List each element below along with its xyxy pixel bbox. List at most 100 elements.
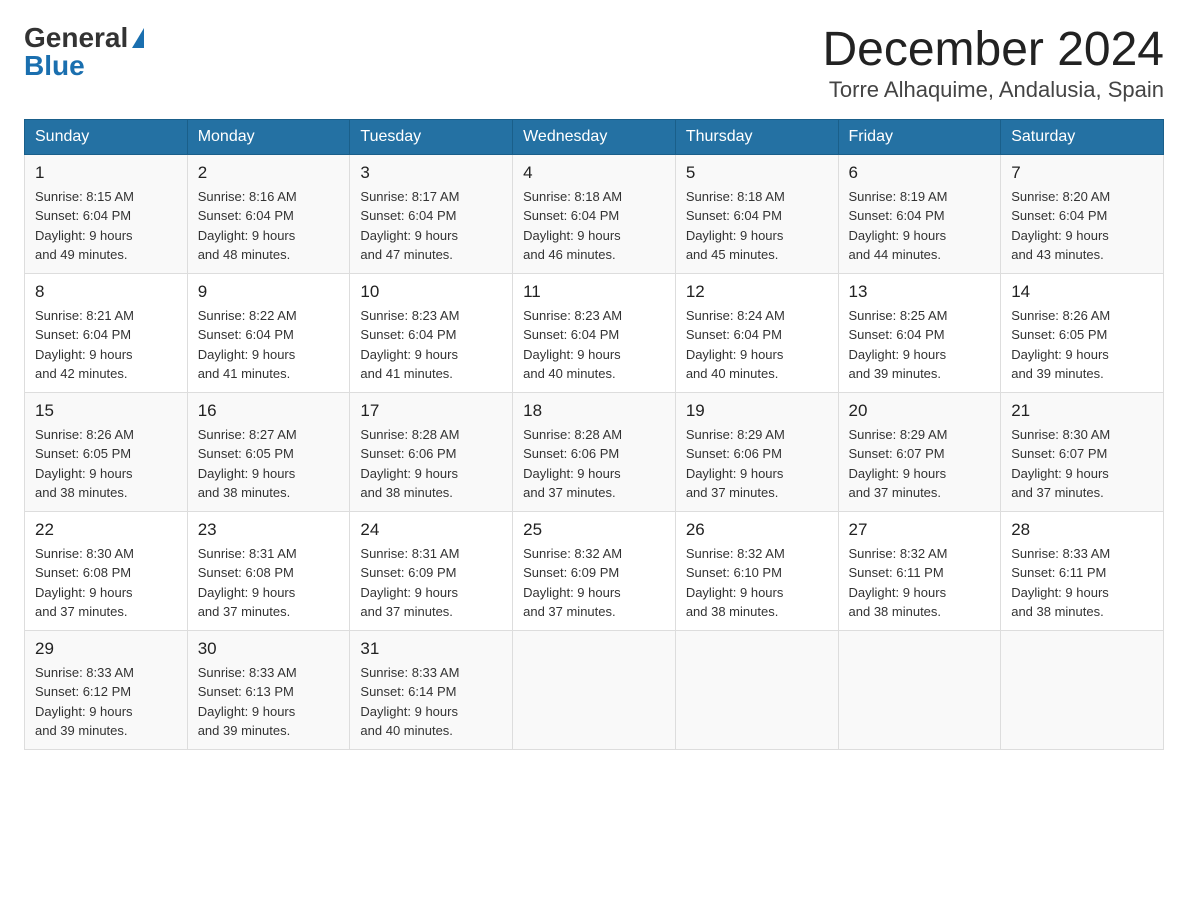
month-title: December 2024: [822, 24, 1164, 77]
day-number: 21: [1011, 401, 1153, 421]
calendar-cell: 12 Sunrise: 8:24 AM Sunset: 6:04 PM Dayl…: [675, 273, 838, 392]
day-number: 29: [35, 639, 177, 659]
calendar-cell: 22 Sunrise: 8:30 AM Sunset: 6:08 PM Dayl…: [25, 511, 188, 630]
day-number: 15: [35, 401, 177, 421]
day-number: 12: [686, 282, 828, 302]
day-number: 30: [198, 639, 340, 659]
calendar-cell: 28 Sunrise: 8:33 AM Sunset: 6:11 PM Dayl…: [1001, 511, 1164, 630]
calendar-cell: 27 Sunrise: 8:32 AM Sunset: 6:11 PM Dayl…: [838, 511, 1001, 630]
day-info: Sunrise: 8:28 AM Sunset: 6:06 PM Dayligh…: [523, 425, 665, 503]
calendar-cell: [513, 630, 676, 749]
day-info: Sunrise: 8:27 AM Sunset: 6:05 PM Dayligh…: [198, 425, 340, 503]
day-number: 11: [523, 282, 665, 302]
calendar-cell: 31 Sunrise: 8:33 AM Sunset: 6:14 PM Dayl…: [350, 630, 513, 749]
calendar-cell: 23 Sunrise: 8:31 AM Sunset: 6:08 PM Dayl…: [187, 511, 350, 630]
day-info: Sunrise: 8:16 AM Sunset: 6:04 PM Dayligh…: [198, 187, 340, 265]
day-number: 5: [686, 163, 828, 183]
day-info: Sunrise: 8:31 AM Sunset: 6:09 PM Dayligh…: [360, 544, 502, 622]
header-sunday: Sunday: [25, 119, 188, 154]
day-number: 28: [1011, 520, 1153, 540]
calendar-cell: 2 Sunrise: 8:16 AM Sunset: 6:04 PM Dayli…: [187, 154, 350, 273]
header-saturday: Saturday: [1001, 119, 1164, 154]
day-info: Sunrise: 8:25 AM Sunset: 6:04 PM Dayligh…: [849, 306, 991, 384]
header-wednesday: Wednesday: [513, 119, 676, 154]
day-number: 2: [198, 163, 340, 183]
calendar-cell: 14 Sunrise: 8:26 AM Sunset: 6:05 PM Dayl…: [1001, 273, 1164, 392]
day-number: 31: [360, 639, 502, 659]
day-info: Sunrise: 8:33 AM Sunset: 6:12 PM Dayligh…: [35, 663, 177, 741]
day-number: 24: [360, 520, 502, 540]
day-info: Sunrise: 8:31 AM Sunset: 6:08 PM Dayligh…: [198, 544, 340, 622]
day-info: Sunrise: 8:17 AM Sunset: 6:04 PM Dayligh…: [360, 187, 502, 265]
day-info: Sunrise: 8:33 AM Sunset: 6:11 PM Dayligh…: [1011, 544, 1153, 622]
day-info: Sunrise: 8:28 AM Sunset: 6:06 PM Dayligh…: [360, 425, 502, 503]
calendar-cell: 7 Sunrise: 8:20 AM Sunset: 6:04 PM Dayli…: [1001, 154, 1164, 273]
day-info: Sunrise: 8:30 AM Sunset: 6:08 PM Dayligh…: [35, 544, 177, 622]
calendar-cell: 30 Sunrise: 8:33 AM Sunset: 6:13 PM Dayl…: [187, 630, 350, 749]
logo-blue-text: Blue: [24, 52, 85, 80]
day-number: 10: [360, 282, 502, 302]
day-number: 4: [523, 163, 665, 183]
calendar-cell: 19 Sunrise: 8:29 AM Sunset: 6:06 PM Dayl…: [675, 392, 838, 511]
day-number: 3: [360, 163, 502, 183]
day-info: Sunrise: 8:33 AM Sunset: 6:13 PM Dayligh…: [198, 663, 340, 741]
day-number: 20: [849, 401, 991, 421]
calendar-cell: 26 Sunrise: 8:32 AM Sunset: 6:10 PM Dayl…: [675, 511, 838, 630]
day-info: Sunrise: 8:32 AM Sunset: 6:11 PM Dayligh…: [849, 544, 991, 622]
calendar-cell: 29 Sunrise: 8:33 AM Sunset: 6:12 PM Dayl…: [25, 630, 188, 749]
logo: General Blue: [24, 24, 146, 80]
calendar-cell: 10 Sunrise: 8:23 AM Sunset: 6:04 PM Dayl…: [350, 273, 513, 392]
day-info: Sunrise: 8:30 AM Sunset: 6:07 PM Dayligh…: [1011, 425, 1153, 503]
calendar-cell: 3 Sunrise: 8:17 AM Sunset: 6:04 PM Dayli…: [350, 154, 513, 273]
day-number: 1: [35, 163, 177, 183]
day-info: Sunrise: 8:29 AM Sunset: 6:06 PM Dayligh…: [686, 425, 828, 503]
calendar-week-row: 1 Sunrise: 8:15 AM Sunset: 6:04 PM Dayli…: [25, 154, 1164, 273]
calendar-cell: 15 Sunrise: 8:26 AM Sunset: 6:05 PM Dayl…: [25, 392, 188, 511]
day-info: Sunrise: 8:24 AM Sunset: 6:04 PM Dayligh…: [686, 306, 828, 384]
day-number: 27: [849, 520, 991, 540]
calendar-cell: 8 Sunrise: 8:21 AM Sunset: 6:04 PM Dayli…: [25, 273, 188, 392]
logo-general-text: General: [24, 24, 128, 52]
logo-triangle-icon: [132, 28, 144, 48]
day-number: 23: [198, 520, 340, 540]
day-number: 19: [686, 401, 828, 421]
calendar-cell: 17 Sunrise: 8:28 AM Sunset: 6:06 PM Dayl…: [350, 392, 513, 511]
day-number: 26: [686, 520, 828, 540]
calendar-week-row: 29 Sunrise: 8:33 AM Sunset: 6:12 PM Dayl…: [25, 630, 1164, 749]
header-friday: Friday: [838, 119, 1001, 154]
day-info: Sunrise: 8:26 AM Sunset: 6:05 PM Dayligh…: [1011, 306, 1153, 384]
calendar-table: SundayMondayTuesdayWednesdayThursdayFrid…: [24, 119, 1164, 750]
day-number: 6: [849, 163, 991, 183]
calendar-week-row: 15 Sunrise: 8:26 AM Sunset: 6:05 PM Dayl…: [25, 392, 1164, 511]
calendar-cell: 11 Sunrise: 8:23 AM Sunset: 6:04 PM Dayl…: [513, 273, 676, 392]
title-section: December 2024 Torre Alhaquime, Andalusia…: [822, 24, 1164, 103]
day-info: Sunrise: 8:18 AM Sunset: 6:04 PM Dayligh…: [686, 187, 828, 265]
calendar-cell: 21 Sunrise: 8:30 AM Sunset: 6:07 PM Dayl…: [1001, 392, 1164, 511]
calendar-cell: 5 Sunrise: 8:18 AM Sunset: 6:04 PM Dayli…: [675, 154, 838, 273]
day-number: 18: [523, 401, 665, 421]
calendar-cell: 9 Sunrise: 8:22 AM Sunset: 6:04 PM Dayli…: [187, 273, 350, 392]
calendar-cell: 13 Sunrise: 8:25 AM Sunset: 6:04 PM Dayl…: [838, 273, 1001, 392]
calendar-week-row: 22 Sunrise: 8:30 AM Sunset: 6:08 PM Dayl…: [25, 511, 1164, 630]
calendar-cell: 4 Sunrise: 8:18 AM Sunset: 6:04 PM Dayli…: [513, 154, 676, 273]
day-number: 9: [198, 282, 340, 302]
day-info: Sunrise: 8:26 AM Sunset: 6:05 PM Dayligh…: [35, 425, 177, 503]
header-monday: Monday: [187, 119, 350, 154]
day-info: Sunrise: 8:20 AM Sunset: 6:04 PM Dayligh…: [1011, 187, 1153, 265]
calendar-cell: [838, 630, 1001, 749]
calendar-cell: 6 Sunrise: 8:19 AM Sunset: 6:04 PM Dayli…: [838, 154, 1001, 273]
day-info: Sunrise: 8:15 AM Sunset: 6:04 PM Dayligh…: [35, 187, 177, 265]
day-number: 16: [198, 401, 340, 421]
calendar-cell: 16 Sunrise: 8:27 AM Sunset: 6:05 PM Dayl…: [187, 392, 350, 511]
calendar-cell: 25 Sunrise: 8:32 AM Sunset: 6:09 PM Dayl…: [513, 511, 676, 630]
day-number: 22: [35, 520, 177, 540]
day-number: 13: [849, 282, 991, 302]
calendar-cell: 1 Sunrise: 8:15 AM Sunset: 6:04 PM Dayli…: [25, 154, 188, 273]
day-number: 8: [35, 282, 177, 302]
calendar-header-row: SundayMondayTuesdayWednesdayThursdayFrid…: [25, 119, 1164, 154]
day-info: Sunrise: 8:21 AM Sunset: 6:04 PM Dayligh…: [35, 306, 177, 384]
day-info: Sunrise: 8:22 AM Sunset: 6:04 PM Dayligh…: [198, 306, 340, 384]
calendar-week-row: 8 Sunrise: 8:21 AM Sunset: 6:04 PM Dayli…: [25, 273, 1164, 392]
header-tuesday: Tuesday: [350, 119, 513, 154]
page-header: General Blue December 2024 Torre Alhaqui…: [24, 24, 1164, 103]
